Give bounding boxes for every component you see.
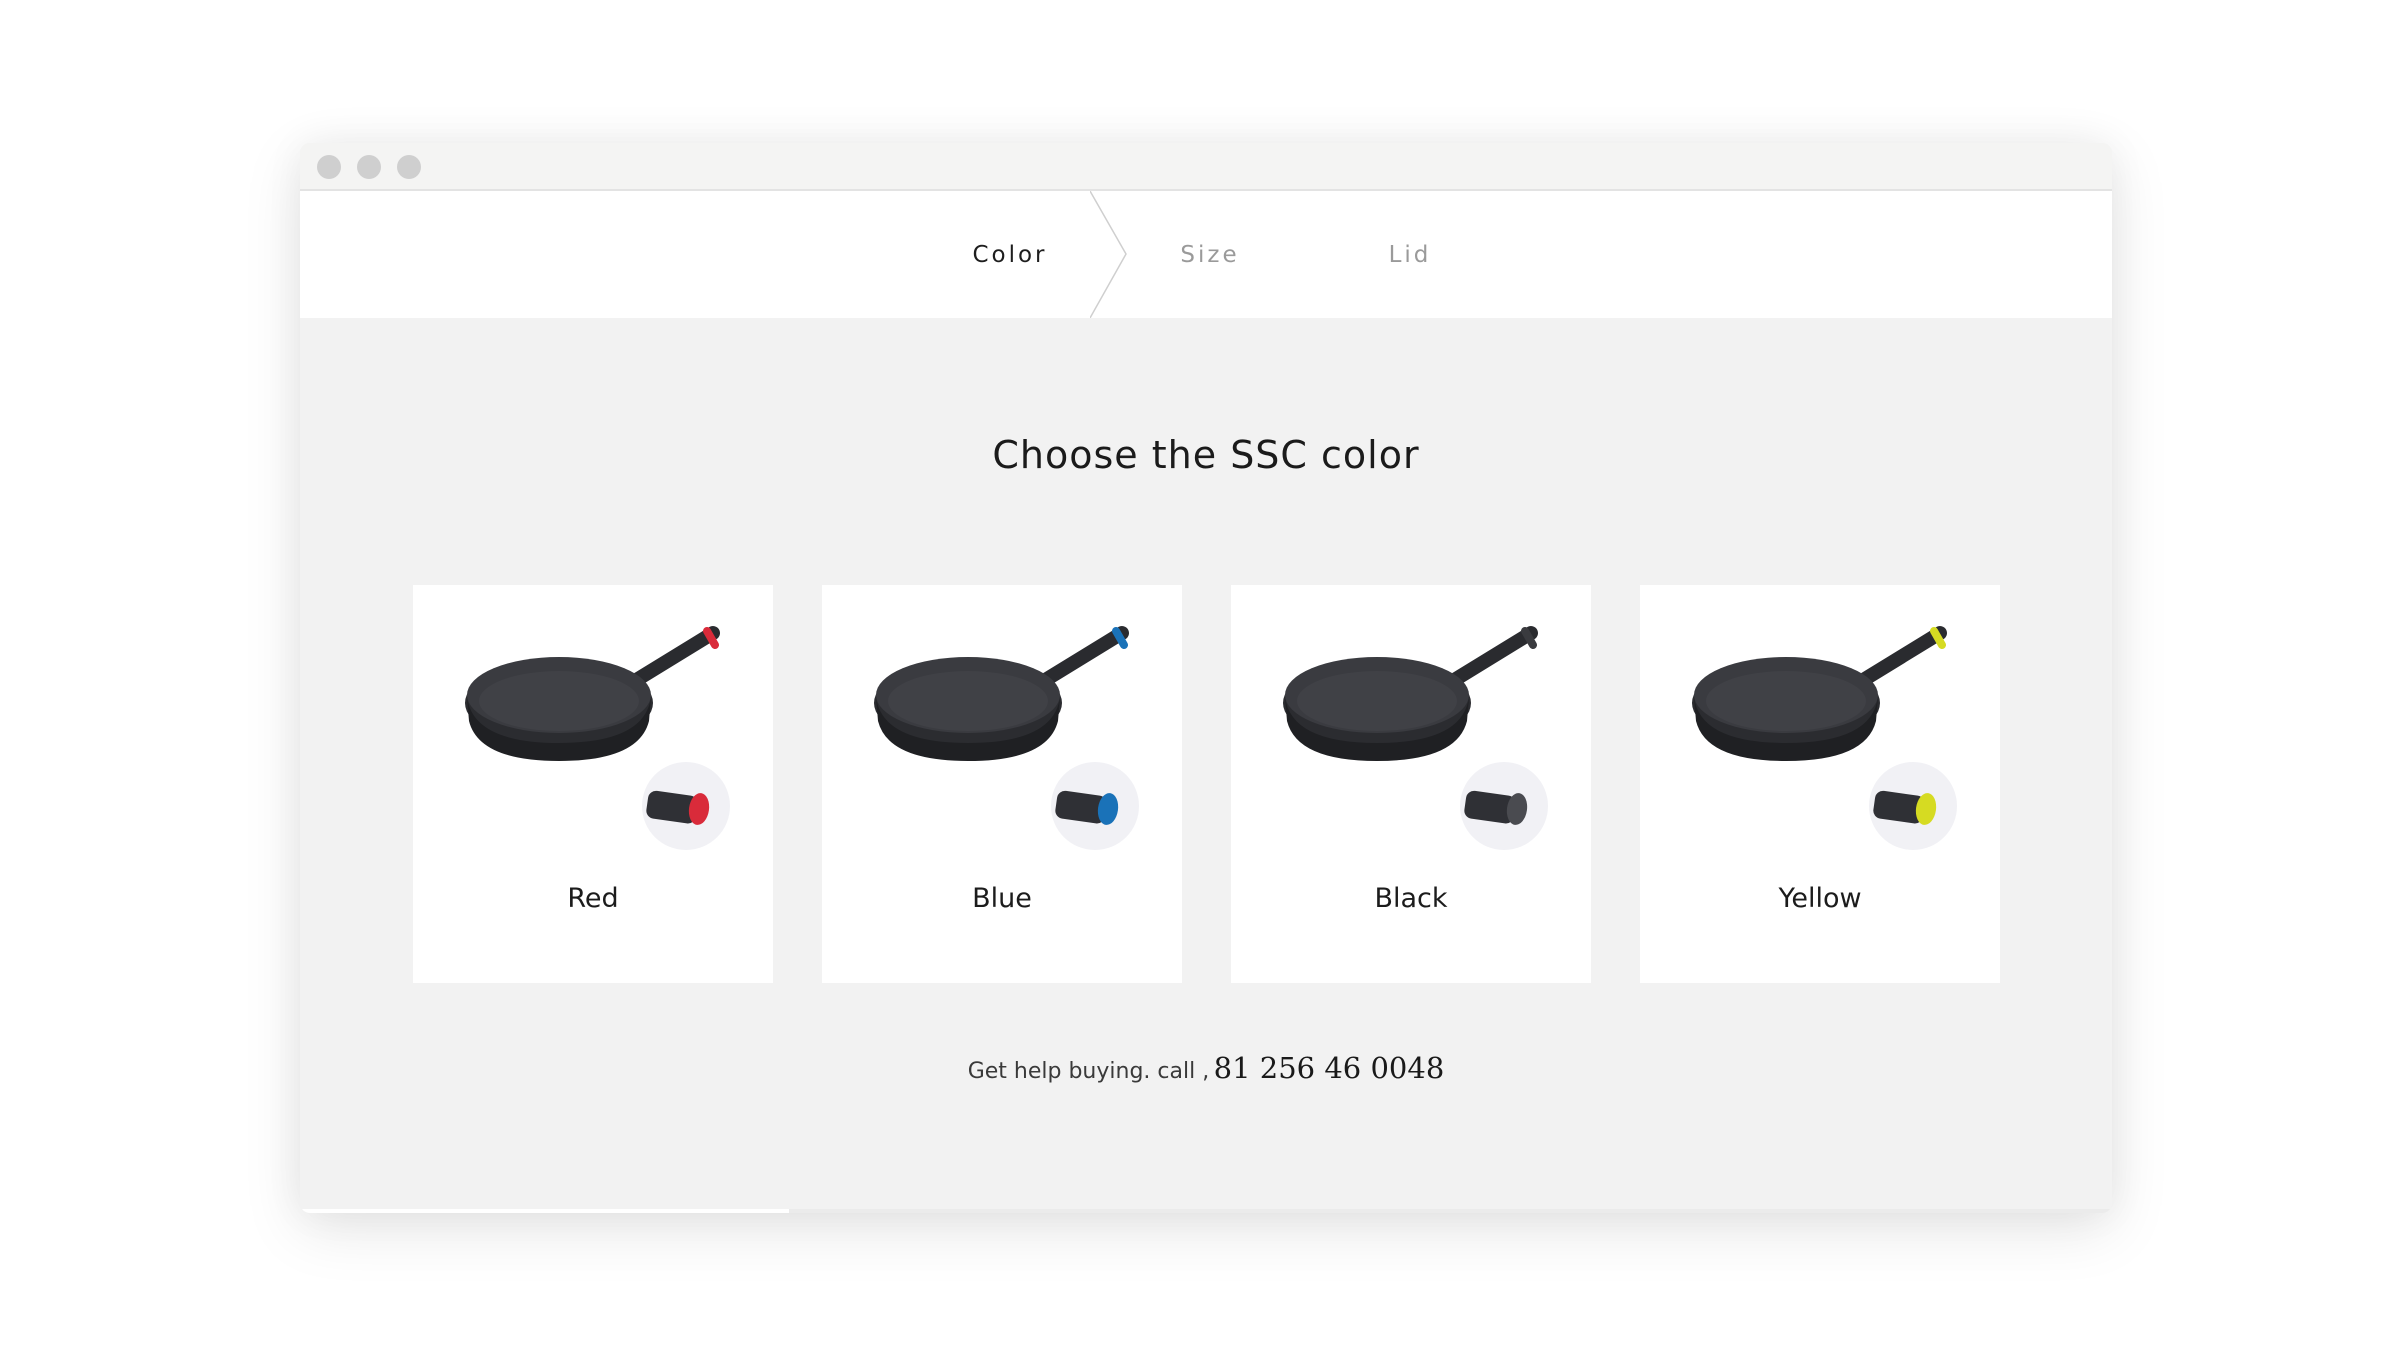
color-label: Black [1374, 883, 1448, 914]
window-maximize-dot[interactable] [397, 155, 421, 179]
window-close-dot[interactable] [317, 155, 341, 179]
help-text: Get help buying. call , [967, 1059, 1210, 1084]
color-option-black[interactable]: Black [1231, 585, 1591, 983]
progress-bar-fill [300, 1209, 790, 1213]
color-swatch-black [1460, 762, 1548, 850]
step-size[interactable]: Size [1140, 191, 1280, 318]
color-option-blue[interactable]: Blue [822, 585, 1182, 983]
step-chevron-icon [1090, 191, 1127, 318]
frying-pan-image [874, 626, 1129, 761]
frying-pan-image [1692, 626, 1947, 761]
color-swatch-blue [1051, 762, 1139, 850]
color-label: Yellow [1778, 883, 1862, 914]
color-swatch-red [642, 762, 730, 850]
step-lid[interactable]: Lid [1340, 191, 1480, 318]
step-navigation: Color Size Lid [300, 191, 2112, 318]
progress-bar [300, 1209, 2112, 1213]
frying-pan-image [465, 626, 720, 761]
color-label: Blue [972, 883, 1032, 914]
page-title: Choose the SSC color [992, 433, 1420, 477]
help-phone-link[interactable]: 81 256 46 0048 [1214, 1051, 1445, 1085]
step-color[interactable]: Color [930, 191, 1090, 318]
color-option-red[interactable]: Red [413, 585, 773, 983]
color-option-yellow[interactable]: Yellow [1640, 585, 2000, 983]
help-line: Get help buying. call , 81 256 46 0048 [300, 1051, 2112, 1085]
window-titlebar [300, 143, 2112, 191]
window-minimize-dot[interactable] [357, 155, 381, 179]
browser-window: Color Size Lid Choose the SSC color Red [300, 143, 2112, 1213]
color-label: Red [567, 883, 619, 914]
color-swatch-yellow [1869, 762, 1957, 850]
frying-pan-image [1283, 626, 1538, 761]
